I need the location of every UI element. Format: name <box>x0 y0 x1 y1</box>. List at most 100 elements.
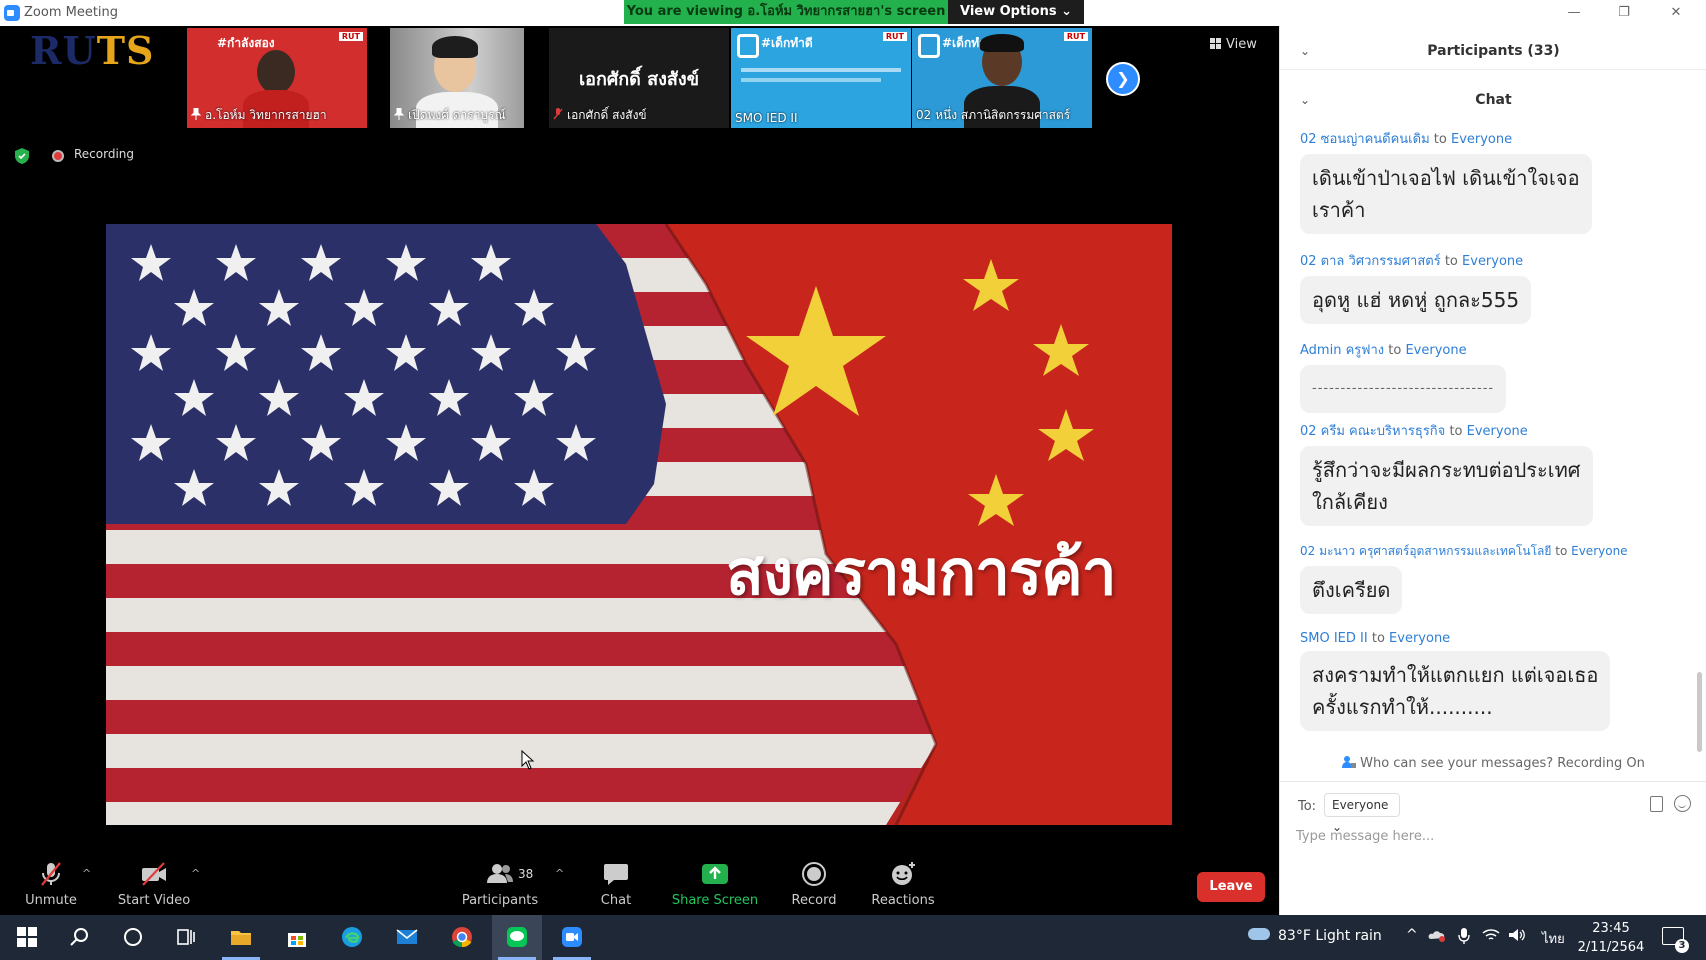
person-head <box>257 50 295 94</box>
line-icon <box>507 927 527 947</box>
participants-section-header[interactable]: ⌄ Participants (33) <box>1280 32 1706 70</box>
chat-message: 02 ซอนญ่าคนดีคนเดิม to Everyone เดินเข้า… <box>1300 128 1592 234</box>
store-app[interactable] <box>272 915 322 960</box>
chat-scrollbar[interactable] <box>1697 672 1702 752</box>
recipient-select[interactable]: Everyone ⌄ <box>1324 793 1400 834</box>
chat-bubble: รู้สึกว่าจะมีผลกระทบต่อประเทศ ใกล้เคียง <box>1300 446 1593 526</box>
mail-app[interactable] <box>382 915 432 960</box>
show-hidden-icons-chevron[interactable]: ^ <box>1406 927 1418 943</box>
file-icon[interactable] <box>1650 796 1663 812</box>
chat-message: 02 ตาล วิศวกรรมศาสตร์ to Everyone อุดหู … <box>1300 250 1532 324</box>
cloud-rain-icon <box>1248 928 1270 940</box>
weather-widget[interactable]: 83°F Light rain <box>1248 928 1382 944</box>
shield-icon[interactable] <box>15 148 29 164</box>
view-button[interactable]: View <box>1210 34 1266 56</box>
participant-name-card: เอกศักดิ์ สงสังข์ <box>579 69 699 90</box>
input-language-indicator[interactable]: ไทย <box>1542 928 1565 949</box>
chat-bubble: ตึงเครียด <box>1300 566 1403 614</box>
compose-divider <box>1280 781 1706 782</box>
chat-bubble: อุดหู แฮ่ หดหู่ ถูกละ555 <box>1300 276 1532 324</box>
task-view-icon <box>177 929 195 945</box>
slide-title: สงครามการค้า <box>726 536 1117 609</box>
side-panel: ⌄ Participants (33) ⌄ Chat 02 ซอนญ่าคนดี… <box>1279 26 1706 915</box>
chat-sender-line: SMO IED II to Everyone <box>1300 631 1451 646</box>
participant-thumbnail[interactable]: #กำลังสอง RUT อ.โอห์ม วิทยากรสายฮา <box>187 28 367 128</box>
reactions-button[interactable]: Reactions <box>855 861 951 908</box>
to-label: To: <box>1298 799 1317 814</box>
participant-thumbnail[interactable]: เปิดพงศ์ ดาราบูรณ์ <box>390 28 524 128</box>
search-icon <box>70 928 88 946</box>
grid-icon <box>1210 38 1221 49</box>
meeting-area: RUTS #กำลังสอง RUT อ.โอห์ม วิทยากรสายฮา … <box>0 26 1279 915</box>
person-lock-icon <box>1342 756 1357 768</box>
volume-icon[interactable] <box>1508 927 1526 943</box>
zoom-icon <box>562 927 582 947</box>
start-video-button[interactable]: Start Video <box>106 861 202 908</box>
chat-message: 02 ครีม คณะบริหารธุรกิจ to Everyone รู้ส… <box>1300 420 1593 526</box>
participant-thumbnail[interactable]: #เด็กทำดี RUT SMO IED II <box>731 28 911 128</box>
video-off-icon <box>142 862 166 886</box>
participant-name: 02 หนึ่ง สภานิสิตกรรมศาสตร์ <box>916 108 1071 122</box>
task-view-button[interactable] <box>161 915 211 960</box>
onedrive-icon[interactable] <box>1428 927 1446 943</box>
rut-badge: RUT <box>338 32 363 41</box>
restore-button[interactable]: ❐ <box>1606 2 1642 24</box>
cortana-button[interactable] <box>108 915 158 960</box>
video-options-caret[interactable]: ^ <box>191 867 200 880</box>
audio-options-caret[interactable]: ^ <box>82 867 91 880</box>
participant-thumbnail[interactable]: เอกศักดิ์ สงสังข์ เอกศักดิ์ สงสังข์ <box>549 28 729 128</box>
meeting-toolbar: Unmute ^ Start Video ^ Participants 38 ^… <box>0 827 1279 915</box>
chevron-down-icon[interactable]: ⌄ <box>1300 81 1310 119</box>
leave-button[interactable]: Leave <box>1197 872 1265 902</box>
participants-button[interactable]: Participants <box>452 861 548 908</box>
edge-app[interactable] <box>327 915 377 960</box>
chat-message: SMO IED II to Everyone สงครามทำให้แตกแยก… <box>1300 631 1611 731</box>
zoom-app[interactable] <box>547 915 597 960</box>
windows-icon <box>17 927 37 947</box>
participants-icon <box>487 864 513 883</box>
next-page-arrow-button[interactable]: ❯ <box>1106 62 1140 96</box>
participant-thumbnail[interactable]: #เด็กทำ RUT 02 หนึ่ง สภานิสิตกรรมศาสตร์ <box>912 28 1092 128</box>
chat-message: Admin ครูฟาง to Everyone ---------------… <box>1300 339 1507 413</box>
emoji-icon[interactable] <box>1674 795 1691 812</box>
rut-logo: RUTS <box>30 28 155 73</box>
person-hair <box>432 36 478 58</box>
recording-label: Recording <box>74 147 135 161</box>
chat-bubble: สงครามทำให้แตกแยก แต่เจอเธอ ครั้งแรกทำให้… <box>1300 651 1611 731</box>
message-privacy-link[interactable]: Who can see your messages? Recording On <box>1280 756 1706 771</box>
chat-sender-line: 02 ตาล วิศวกรรมศาสตร์ to Everyone <box>1300 254 1524 269</box>
folder-icon <box>231 931 251 945</box>
close-button[interactable]: ✕ <box>1658 2 1694 24</box>
chat-button[interactable]: Chat <box>568 861 664 908</box>
chat-icon <box>604 864 628 885</box>
share-screen-button[interactable]: Share Screen <box>667 861 763 908</box>
minimize-button[interactable]: — <box>1556 2 1592 24</box>
microphone-icon[interactable] <box>1458 927 1470 945</box>
line-app[interactable] <box>492 915 542 960</box>
participant-name: อ.โอห์ม วิทยากรสายฮา <box>187 105 367 126</box>
recording-indicator-icon <box>52 150 64 162</box>
chrome-app[interactable] <box>437 915 487 960</box>
search-button[interactable] <box>55 915 105 960</box>
participants-options-caret[interactable]: ^ <box>555 867 564 880</box>
view-options-button[interactable]: View Options ⌄ <box>948 0 1084 24</box>
poster-text: #กำลังสอง <box>217 36 275 50</box>
chrome-icon <box>452 927 472 948</box>
record-button[interactable]: Record <box>766 861 862 908</box>
cortana-icon <box>124 928 142 946</box>
rut-badge: RUT <box>882 32 907 41</box>
chat-sender-line: 02 ซอนญ่าคนดีคนเดิม to Everyone <box>1300 132 1513 147</box>
participants-count: 38 <box>518 867 534 881</box>
start-button[interactable] <box>2 915 52 960</box>
muted-mic-icon <box>553 108 563 120</box>
record-icon <box>802 862 826 886</box>
wifi-icon[interactable] <box>1482 927 1500 943</box>
taskbar-clock[interactable]: 23:45 2/11/2564 <box>1566 919 1656 957</box>
chevron-down-icon[interactable]: ⌄ <box>1300 32 1310 70</box>
zoom-app-icon <box>4 5 20 21</box>
chat-section-header[interactable]: ⌄ Chat <box>1280 81 1706 119</box>
chat-message-input[interactable] <box>1296 824 1686 848</box>
notification-count-badge: 3 <box>1675 939 1689 953</box>
file-explorer-app[interactable] <box>216 915 266 960</box>
window-title: Zoom Meeting <box>24 5 119 20</box>
